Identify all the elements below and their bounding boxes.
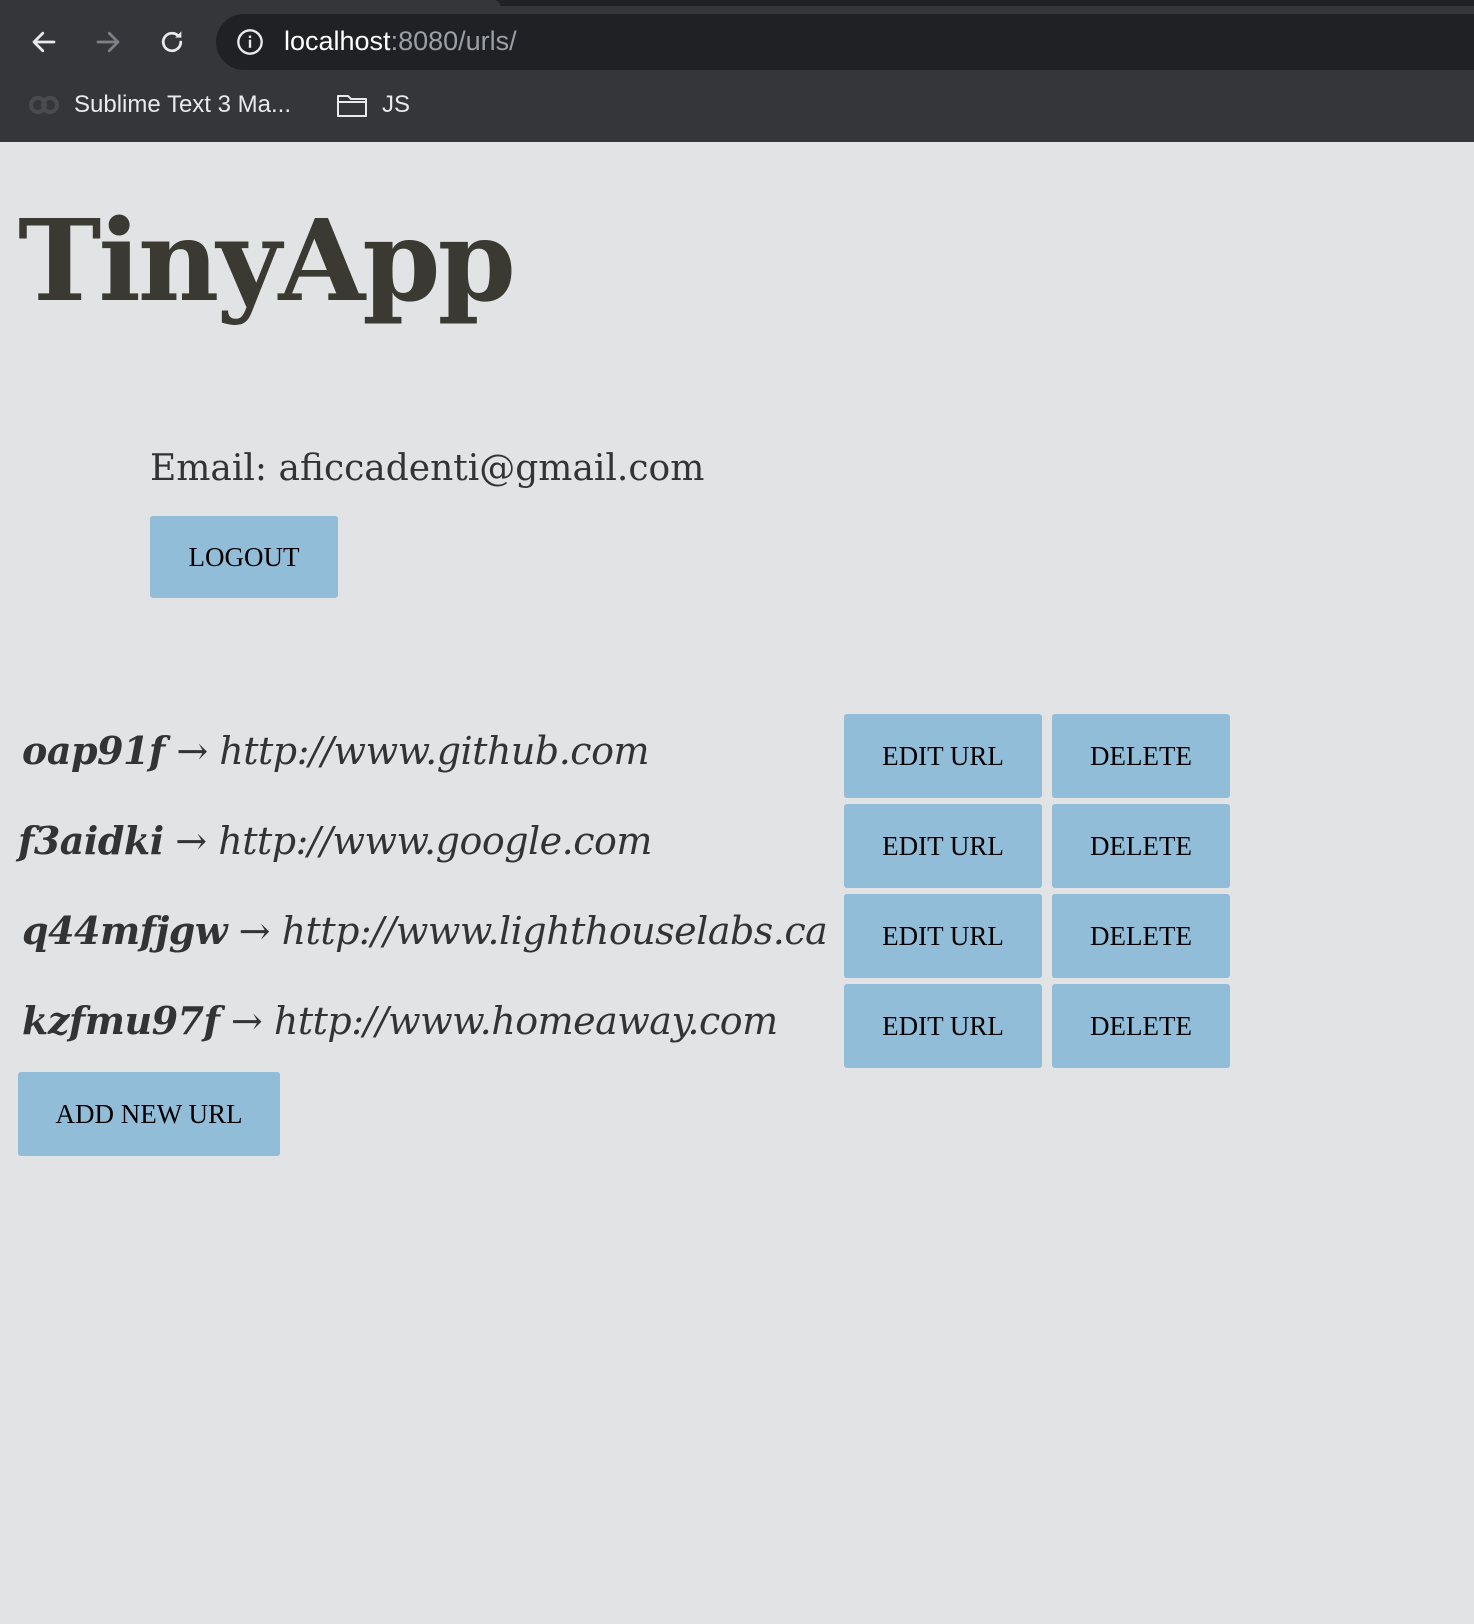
delete-url-button[interactable]: DELETE (1052, 894, 1230, 978)
url-entry: kzfmu97f → http://www.homeaway.com (22, 998, 778, 1043)
user-email: Email: aficcadenti@gmail.com (150, 448, 705, 489)
long-url: http://www.github.com (219, 729, 649, 773)
url-list-item: f3aidki → http://www.google.com EDIT URL… (0, 804, 1474, 888)
short-url: f3aidki (18, 818, 164, 863)
page-title: TinyApp (18, 196, 516, 327)
delete-url-button[interactable]: DELETE (1052, 804, 1230, 888)
delete-url-button[interactable]: DELETE (1052, 714, 1230, 798)
browser-chrome: localhost:8080/urls/ Sublime Text 3 Ma..… (0, 0, 1474, 142)
edit-url-button[interactable]: EDIT URL (844, 894, 1042, 978)
short-url: q44mfjgw (22, 908, 228, 953)
short-url: kzfmu97f (22, 998, 220, 1043)
active-tab[interactable] (0, 0, 500, 6)
tab-strip (0, 0, 1474, 6)
bookmark-label: JS (382, 91, 411, 118)
reload-button[interactable] (152, 22, 192, 62)
url-entry: oap91f → http://www.github.com (22, 728, 649, 773)
bookmark-label: Sublime Text 3 Ma... (74, 91, 291, 118)
short-url: oap91f (22, 728, 165, 773)
url-path: :8080/urls/ (390, 26, 517, 56)
edit-url-button[interactable]: EDIT URL (844, 804, 1042, 888)
forward-button[interactable] (88, 22, 128, 62)
url-host: localhost (284, 26, 391, 56)
arrow-icon: → (238, 909, 271, 953)
arrow-right-icon (96, 31, 120, 53)
url-list-item: q44mfjgw → http://www.lighthouselabs.ca … (0, 894, 1474, 978)
arrow-icon: → (175, 819, 207, 863)
info-icon[interactable] (236, 28, 264, 56)
arrow-icon: → (230, 999, 263, 1043)
edit-url-button[interactable]: EDIT URL (844, 714, 1042, 798)
url-list-item: kzfmu97f → http://www.homeaway.com EDIT … (0, 984, 1474, 1068)
bookmark-sublime[interactable]: Sublime Text 3 Ma... (28, 88, 291, 122)
edit-url-button[interactable]: EDIT URL (844, 984, 1042, 1068)
url-entry: f3aidki → http://www.google.com (18, 818, 652, 863)
url-text[interactable]: localhost:8080/urls/ (284, 26, 517, 57)
long-url: http://www.lighthouselabs.ca (281, 909, 828, 953)
reload-icon (161, 31, 183, 53)
arrow-icon: → (176, 729, 208, 773)
url-entry: q44mfjgw → http://www.lighthouselabs.ca (22, 908, 828, 953)
arrow-left-icon (32, 31, 56, 53)
delete-url-button[interactable]: DELETE (1052, 984, 1230, 1068)
long-url: http://www.google.com (218, 819, 652, 863)
folder-icon (337, 95, 367, 117)
bookmark-js[interactable]: JS (336, 88, 410, 122)
url-list-item: oap91f → http://www.github.com EDIT URL … (0, 714, 1474, 798)
address-bar[interactable]: localhost:8080/urls/ (216, 14, 1474, 70)
logout-button[interactable]: LOGOUT (150, 516, 338, 598)
add-new-url-button[interactable]: ADD NEW URL (18, 1072, 280, 1156)
sublime-icon (29, 96, 59, 114)
back-button[interactable] (24, 22, 64, 62)
long-url: http://www.homeaway.com (273, 999, 778, 1043)
